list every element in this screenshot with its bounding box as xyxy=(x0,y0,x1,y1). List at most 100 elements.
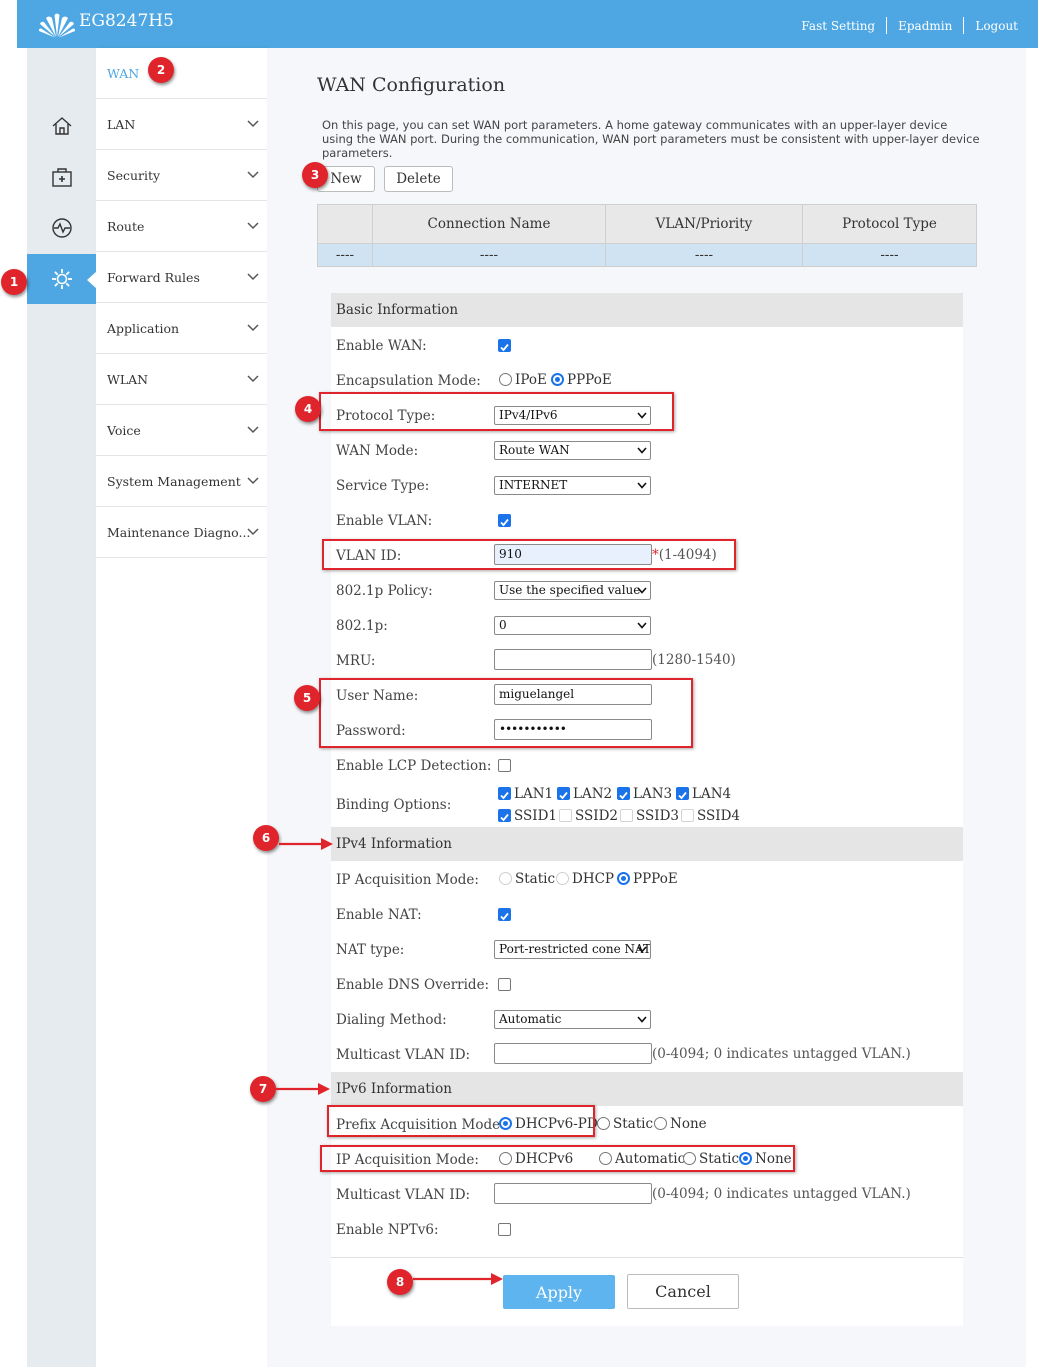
ipv6-multicast-vlan-input[interactable] xyxy=(494,1183,652,1204)
fast-setting-link[interactable]: Fast Setting xyxy=(801,19,875,33)
service-type-select[interactable]: INTERNET xyxy=(494,476,651,495)
encapsulation-label: Encapsulation Mode: xyxy=(336,373,481,389)
annotation-badge: 4 xyxy=(295,396,321,422)
checkmark-icon xyxy=(500,518,509,527)
enable-lcp-checkbox[interactable] xyxy=(498,759,511,772)
encap-ipoe-radio[interactable] xyxy=(499,373,512,386)
toolbox-icon xyxy=(51,168,72,187)
binding-options-label: Binding Options: xyxy=(336,797,452,813)
sidebar-item-label: Voice xyxy=(107,423,141,438)
select-value: INTERNET xyxy=(499,478,568,492)
mru-input[interactable] xyxy=(494,649,652,670)
table-header-protocol-type: Protocol Type xyxy=(802,204,977,244)
sidebar-item-forward-rules[interactable]: Forward Rules xyxy=(96,252,267,303)
table-row[interactable]: ---- ---- ---- ---- xyxy=(317,243,977,267)
ipv4-ip-mode-label: IP Acquisition Mode: xyxy=(336,872,479,888)
dns-override-label: Enable DNS Override: xyxy=(336,977,490,993)
enable-vlan-checkbox[interactable] xyxy=(498,514,511,527)
chevron-down-icon xyxy=(247,477,259,485)
section-title: IPv4 Information xyxy=(336,836,452,852)
checkmark-icon xyxy=(559,791,568,800)
device-model: EG8247H5 xyxy=(79,11,174,31)
table-header-connection-name: Connection Name xyxy=(372,204,606,244)
sidebar-item-wan[interactable]: WAN xyxy=(96,48,267,99)
enable-lcp-label: Enable LCP Detection: xyxy=(336,758,492,774)
annotation-badge: 1 xyxy=(1,269,27,295)
gear-icon xyxy=(51,269,72,289)
8021p-select[interactable]: 0 xyxy=(494,616,651,635)
protocol-type-highlight xyxy=(319,392,674,431)
lan3-checkbox[interactable] xyxy=(617,787,630,800)
nat-type-select[interactable]: Port-restricted cone NAT xyxy=(494,940,651,959)
sidebar-item-voice[interactable]: Voice xyxy=(96,405,267,456)
lan1-checkbox[interactable] xyxy=(498,787,511,800)
sidebar-item-application[interactable]: Application xyxy=(96,303,267,354)
annotation-badge: 6 xyxy=(253,825,279,851)
binding-option-label: SSID3 xyxy=(636,808,680,824)
enable-nptv6-checkbox[interactable] xyxy=(498,1223,511,1236)
huawei-logo-icon xyxy=(38,13,76,38)
sidebar-item-security[interactable]: Security xyxy=(96,150,267,201)
mru-hint: (1280-1540) xyxy=(652,652,736,668)
prefix-none-radio[interactable] xyxy=(654,1117,667,1130)
rail-advanced[interactable] xyxy=(27,254,97,304)
table-header-vlan-priority: VLAN/Priority xyxy=(605,204,803,244)
ssid4-checkbox[interactable] xyxy=(681,809,694,822)
8021p-label: 802.1p: xyxy=(336,618,388,634)
checkmark-icon xyxy=(619,791,628,800)
apply-button[interactable]: Apply xyxy=(503,1275,615,1309)
ssid2-checkbox[interactable] xyxy=(559,809,572,822)
ipv4-pppoe-radio[interactable] xyxy=(617,872,630,885)
table-cell: ---- xyxy=(372,243,606,267)
table-cell: ---- xyxy=(802,243,977,267)
encap-pppoe-radio[interactable] xyxy=(551,373,564,386)
sidebar-item-lan[interactable]: LAN xyxy=(96,99,267,150)
wan-mode-select[interactable]: Route WAN xyxy=(494,441,651,460)
dialing-method-select[interactable]: Automatic xyxy=(494,1010,651,1029)
mru-label: MRU: xyxy=(336,653,376,669)
rail-home[interactable] xyxy=(27,101,96,151)
table-header-row: Connection Name VLAN/Priority Protocol T… xyxy=(317,204,977,244)
select-value: Automatic xyxy=(499,1012,562,1026)
form-divider xyxy=(331,1257,963,1258)
rail-toolbox[interactable] xyxy=(27,152,96,202)
checkmark-icon xyxy=(678,791,687,800)
checkmark-icon xyxy=(500,791,509,800)
enable-nptv6-label: Enable NPTv6: xyxy=(336,1222,439,1238)
logout-link[interactable]: Logout xyxy=(975,19,1018,33)
ssid1-checkbox[interactable] xyxy=(498,809,511,822)
chevron-down-icon xyxy=(247,324,259,332)
chevron-down-icon xyxy=(247,171,259,179)
enable-wan-checkbox[interactable] xyxy=(498,339,511,352)
prefix-static-radio[interactable] xyxy=(597,1117,610,1130)
ipv4-dhcp-radio[interactable] xyxy=(556,872,569,885)
user-link[interactable]: Epadmin xyxy=(898,19,952,33)
sidebar-item-route[interactable]: Route xyxy=(96,201,267,252)
ssid3-checkbox[interactable] xyxy=(620,809,633,822)
page-title: WAN Configuration xyxy=(317,74,506,96)
link-divider xyxy=(886,17,888,34)
8021p-policy-select[interactable]: Use the specified value xyxy=(494,581,651,600)
ipv6-multicast-vlan-hint: (0-4094; 0 indicates untagged VLAN.) xyxy=(652,1186,911,1202)
credentials-highlight xyxy=(319,678,693,748)
ipv4-static-radio[interactable] xyxy=(499,872,512,885)
cancel-button[interactable]: Cancel xyxy=(627,1274,739,1309)
binding-option-label: LAN2 xyxy=(573,786,613,802)
chevron-down-icon xyxy=(247,120,259,128)
binding-option-label: SSID1 xyxy=(514,808,558,824)
binding-option-label: LAN3 xyxy=(633,786,673,802)
rail-diagnostics[interactable] xyxy=(27,203,96,253)
sidebar-menu: WAN LAN Security Route Forward Rules App… xyxy=(96,48,267,1367)
lan2-checkbox[interactable] xyxy=(557,787,570,800)
8021p-policy-label: 802.1p Policy: xyxy=(336,583,433,599)
dns-override-checkbox[interactable] xyxy=(498,978,511,991)
sidebar-item-wlan[interactable]: WLAN xyxy=(96,354,267,405)
sidebar-item-system-management[interactable]: System Management xyxy=(96,456,267,507)
ipv4-info-heading: IPv4 Information xyxy=(331,827,963,861)
lan4-checkbox[interactable] xyxy=(676,787,689,800)
delete-button[interactable]: Delete xyxy=(384,166,453,192)
ipv4-multicast-vlan-input[interactable] xyxy=(494,1043,652,1064)
sidebar-item-maintenance[interactable]: Maintenance Diagno... xyxy=(96,507,267,558)
basic-info-heading: Basic Information xyxy=(331,293,963,327)
enable-nat-checkbox[interactable] xyxy=(498,908,511,921)
